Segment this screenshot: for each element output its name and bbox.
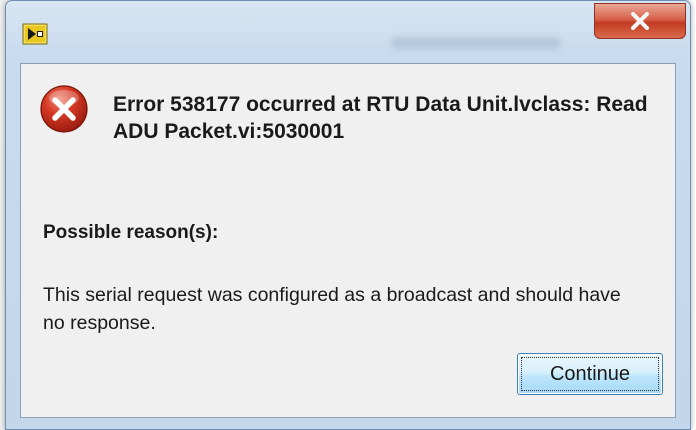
error-message: Error 538177 occurred at RTU Data Unit.l…: [113, 93, 648, 143]
dialog-content: Error 538177 occurred at RTU Data Unit.l…: [20, 63, 676, 418]
error-dialog-window: Error 538177 occurred at RTU Data Unit.l…: [5, 0, 691, 430]
reason-heading: Possible reason(s):: [43, 222, 219, 243]
title-bar[interactable]: [6, 1, 690, 55]
labview-icon[interactable]: [22, 23, 48, 45]
continue-button[interactable]: Continue: [517, 353, 663, 395]
close-button[interactable]: [594, 3, 686, 39]
error-icon: [39, 84, 89, 134]
reason-text: This serial request was configured as a …: [43, 284, 621, 334]
close-icon: [629, 12, 651, 30]
continue-label: Continue: [549, 362, 631, 385]
title-text: [391, 37, 561, 49]
